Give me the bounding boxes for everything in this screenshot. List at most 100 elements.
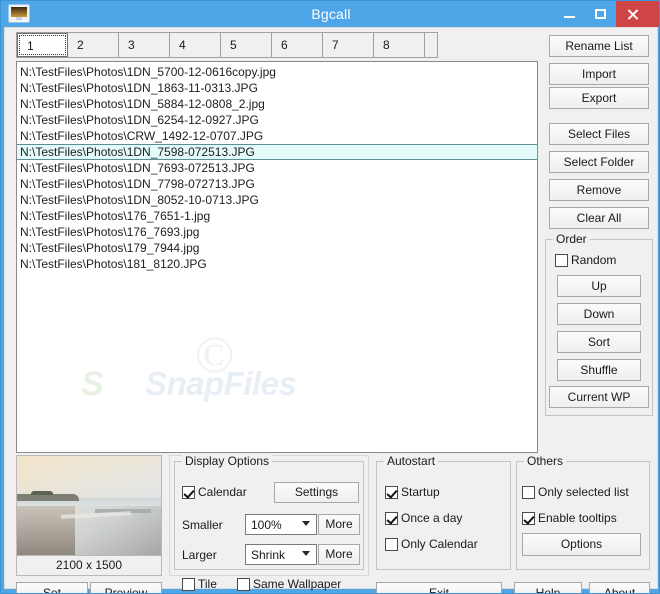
export-button[interactable]: Export xyxy=(549,87,649,109)
tab-label: 4 xyxy=(179,38,186,52)
maximize-button[interactable] xyxy=(585,1,616,27)
button-label: Help xyxy=(535,586,561,594)
wallpaper-preview[interactable] xyxy=(16,455,162,556)
title-bar: Bgcall xyxy=(1,1,659,27)
tab-label: 6 xyxy=(281,38,288,52)
larger-more-button[interactable]: More xyxy=(318,544,360,565)
list-item[interactable]: N:\TestFiles\Photos\1DN_7693-072513.JPG xyxy=(17,160,537,176)
tab-5[interactable]: 5 xyxy=(221,33,272,57)
button-label: Rename List xyxy=(565,39,633,53)
move-up-button[interactable]: Up xyxy=(557,275,641,297)
beach-sunset-image xyxy=(17,456,161,555)
button-label: About xyxy=(603,586,636,594)
checkbox-box xyxy=(182,578,195,591)
tab-label: 8 xyxy=(383,38,390,52)
checkbox-label: Tile xyxy=(198,577,217,591)
list-item[interactable]: N:\TestFiles\Photos\1DN_7798-072713.JPG xyxy=(17,176,537,192)
client-area: 1 2 3 4 5 6 7 8 © S SnapFiles N:\TestFil… xyxy=(4,27,658,593)
select-files-button[interactable]: Select Files xyxy=(549,123,649,145)
tab-6[interactable]: 6 xyxy=(272,33,323,57)
tab-label: 3 xyxy=(128,38,135,52)
set-wallpaper-button[interactable]: Set xyxy=(16,582,88,594)
select-value: Shrink xyxy=(251,548,286,562)
options-button[interactable]: Options xyxy=(522,533,641,556)
checkbox-box xyxy=(522,512,535,525)
list-tab-strip: 1 2 3 4 5 6 7 8 xyxy=(16,32,438,58)
tab-1[interactable]: 1 xyxy=(17,33,68,57)
help-button[interactable]: Help xyxy=(514,582,582,594)
list-item[interactable]: N:\TestFiles\Photos\1DN_5700-12-0616copy… xyxy=(17,64,537,80)
button-label: Set xyxy=(42,586,61,594)
list-item[interactable]: N:\TestFiles\Photos\CRW_1492-12-0707.JPG xyxy=(17,128,537,144)
list-item[interactable]: N:\TestFiles\Photos\1DN_5884-12-0808_2.j… xyxy=(17,96,537,112)
list-item[interactable]: N:\TestFiles\Photos\176_7651-1.jpg xyxy=(17,208,537,224)
button-label: Down xyxy=(583,307,615,321)
maximize-icon xyxy=(595,9,606,19)
image-dimensions-label: 2100 x 1500 xyxy=(16,556,162,576)
button-label: Shuffle xyxy=(580,363,618,377)
rename-list-button[interactable]: Rename List xyxy=(549,35,649,57)
button-label: Remove xyxy=(576,183,622,197)
checkbox-box xyxy=(555,254,568,267)
file-list-box[interactable]: © S SnapFiles N:\TestFiles\Photos\1DN_57… xyxy=(16,61,538,453)
checkbox-label: Calendar xyxy=(198,485,247,499)
tab-label: 7 xyxy=(332,38,339,52)
checkbox-box xyxy=(182,486,195,499)
tab-strip-filler xyxy=(425,33,437,57)
current-wp-button[interactable]: Current WP xyxy=(549,386,649,408)
about-button[interactable]: About xyxy=(589,582,650,594)
tab-7[interactable]: 7 xyxy=(323,33,374,57)
tab-8[interactable]: 8 xyxy=(374,33,425,57)
tab-label: 5 xyxy=(230,38,237,52)
button-label: Sort xyxy=(587,335,610,349)
list-item[interactable]: N:\TestFiles\Photos\176_7693.jpg xyxy=(17,224,537,240)
tab-label: 2 xyxy=(77,38,84,52)
list-item[interactable]: N:\TestFiles\Photos\1DN_8052-10-0713.JPG xyxy=(17,192,537,208)
chevron-down-icon xyxy=(302,521,310,526)
larger-label: Larger xyxy=(182,548,217,562)
larger-scale-select[interactable]: Shrink xyxy=(245,544,317,565)
checkbox-label: Only selected list xyxy=(538,485,629,499)
order-group-legend: Order xyxy=(553,232,590,246)
list-item[interactable]: N:\TestFiles\Photos\181_8120.JPG xyxy=(17,256,537,272)
shuffle-button[interactable]: Shuffle xyxy=(557,359,641,381)
clear-all-button[interactable]: Clear All xyxy=(549,207,649,229)
tab-label: 1 xyxy=(27,39,34,53)
checkbox-label: Startup xyxy=(401,485,440,499)
move-down-button[interactable]: Down xyxy=(557,303,641,325)
list-item[interactable]: N:\TestFiles\Photos\179_7944.jpg xyxy=(17,240,537,256)
minimize-button[interactable] xyxy=(554,1,585,27)
button-label: Exit xyxy=(428,586,449,594)
sort-button[interactable]: Sort xyxy=(557,331,641,353)
button-label: Select Files xyxy=(567,127,631,141)
preview-button[interactable]: Preview xyxy=(90,582,162,594)
list-item[interactable]: N:\TestFiles\Photos\1DN_6254-12-0927.JPG xyxy=(17,112,537,128)
select-folder-button[interactable]: Select Folder xyxy=(549,151,649,173)
list-item-selected[interactable]: N:\TestFiles\Photos\1DN_7598-072513.JPG xyxy=(17,144,537,160)
checkbox-label: Once a day xyxy=(401,511,463,525)
tab-3[interactable]: 3 xyxy=(119,33,170,57)
button-label: Clear All xyxy=(576,211,622,225)
import-button[interactable]: Import xyxy=(549,63,649,85)
copyright-icon: © xyxy=(195,327,235,384)
calendar-settings-button[interactable]: Settings xyxy=(274,482,359,503)
select-value: 100% xyxy=(251,518,282,532)
others-legend: Others xyxy=(524,454,567,468)
smaller-scale-select[interactable]: 100% xyxy=(245,514,317,535)
exit-button[interactable]: Exit xyxy=(376,582,502,594)
button-label: Preview xyxy=(104,586,148,594)
close-button[interactable] xyxy=(616,1,659,27)
button-label: More xyxy=(325,517,353,531)
remove-button[interactable]: Remove xyxy=(549,179,649,201)
smaller-more-button[interactable]: More xyxy=(318,514,360,535)
checkbox-label: Enable tooltips xyxy=(538,511,617,525)
snapfiles-watermark: © S SnapFiles xyxy=(75,330,325,419)
tab-4[interactable]: 4 xyxy=(170,33,221,57)
checkbox-box xyxy=(237,578,250,591)
button-label: Settings xyxy=(294,485,339,499)
display-options-legend: Display Options xyxy=(182,454,273,468)
application-window: Bgcall 1 2 3 4 5 6 7 8 © S SnapFiles N:\… xyxy=(0,0,660,594)
snapfiles-logo-text: SnapFiles xyxy=(145,365,297,402)
tab-2[interactable]: 2 xyxy=(68,33,119,57)
list-item[interactable]: N:\TestFiles\Photos\1DN_1863-11-0313.JPG xyxy=(17,80,537,96)
